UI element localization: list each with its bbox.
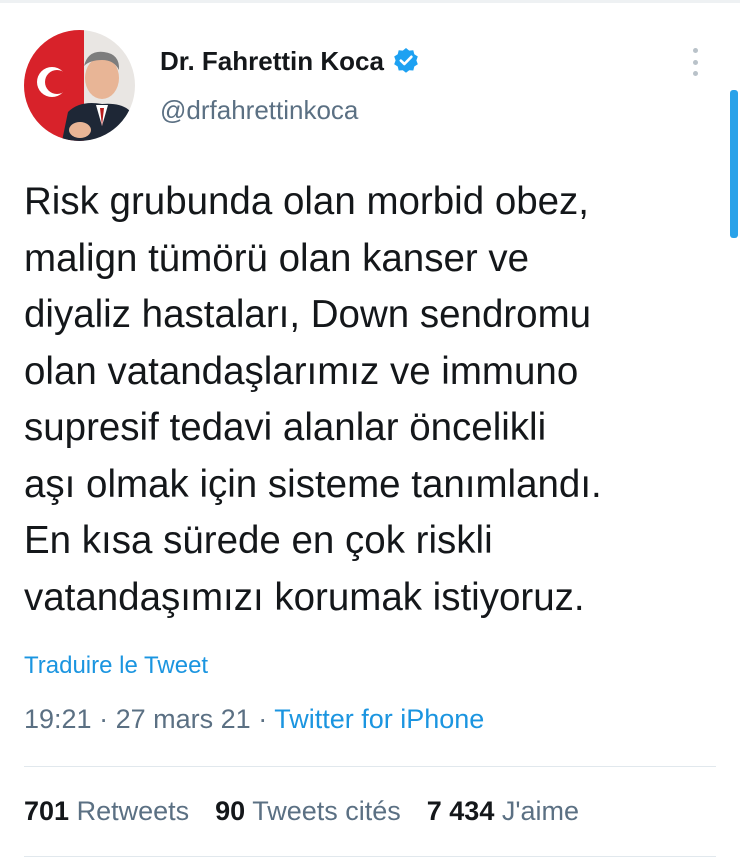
scrollbar[interactable]	[730, 90, 738, 238]
tweet-text-line: vatandaşımızı korumak istiyoruz.	[24, 575, 585, 619]
retweets-count: 701	[24, 796, 70, 826]
quote-tweets-label: Tweets cités	[252, 796, 401, 826]
quote-tweets-stat[interactable]: 90 Tweets cités	[215, 796, 401, 827]
tweet-text-line: Risk grubunda olan morbid obez,	[24, 180, 589, 223]
tweet-meta: 19:21 · 27 mars 21 · Twitter for iPhone	[24, 704, 484, 735]
tweet-text-line: En kısa sürede en çok riskli	[24, 519, 493, 562]
author-display-name[interactable]: Dr. Fahrettin Koca	[160, 46, 384, 77]
tweet-time[interactable]: 19:21	[24, 704, 92, 734]
tweet-stats: 701 Retweets 90 Tweets cités 7 434 J'aim…	[24, 796, 579, 827]
likes-count: 7 434	[426, 796, 495, 826]
tweet-text: Risk grubunda olan morbid obez, malign t…	[24, 174, 724, 626]
tweet-text-line: diyaliz hastaları, Down sendromu	[24, 293, 592, 336]
tweet-text-line: aşı olmak için sisteme tanımlandı.	[24, 462, 602, 506]
quote-tweets-count: 90	[215, 796, 246, 826]
divider	[24, 856, 716, 857]
translate-tweet-link[interactable]: Traduire le Tweet	[24, 652, 208, 680]
author-handle[interactable]: @drfahrettinkoca	[160, 95, 358, 126]
divider	[24, 766, 716, 767]
likes-label: J'aime	[501, 796, 580, 826]
tweet-text-line: malign tümörü olan kanser ve	[24, 236, 530, 280]
retweets-label: Retweets	[76, 796, 190, 826]
meta-separator: ·	[258, 704, 268, 734]
meta-separator: ·	[99, 704, 109, 734]
retweets-stat[interactable]: 701 Retweets	[24, 796, 189, 827]
more-vertical-icon[interactable]	[680, 44, 710, 80]
tweet-text-line: olan vatandaşlarımız ve immuno	[24, 349, 579, 393]
tweet-text-line: supresif tedavi alanlar öncelikli	[24, 406, 547, 449]
avatar-image	[24, 30, 135, 141]
verified-badge-icon	[392, 47, 420, 75]
tweet-date[interactable]: 27 mars 21	[116, 704, 251, 734]
author-name-row[interactable]: Dr. Fahrettin Koca	[160, 44, 420, 78]
likes-stat[interactable]: 7 434 J'aime	[427, 796, 579, 827]
top-divider	[0, 0, 740, 3]
avatar[interactable]	[24, 30, 135, 141]
tweet-source-link[interactable]: Twitter for iPhone	[274, 704, 484, 734]
